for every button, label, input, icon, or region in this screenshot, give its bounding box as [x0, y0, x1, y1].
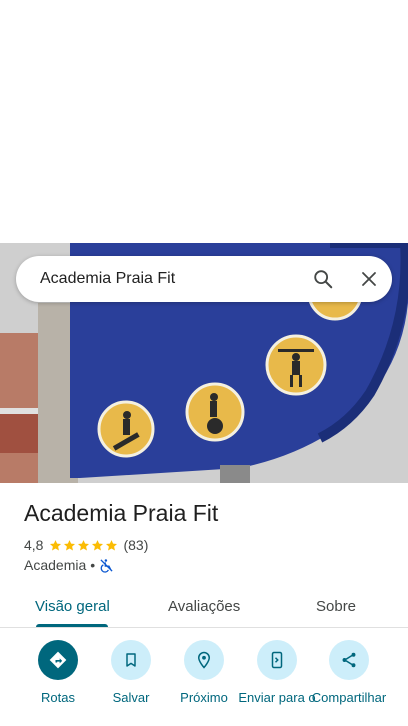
search-icon[interactable] [300, 256, 346, 302]
action-row: Rotas Salvar Próximo Enviar para o Compa… [0, 640, 408, 726]
tab-overview[interactable]: Visão geral [35, 584, 110, 628]
category-row: Academia • [24, 556, 114, 574]
category-label: Academia [24, 557, 87, 573]
search-query-text[interactable]: Academia Praia Fit [16, 270, 300, 288]
send-to-phone-icon [257, 640, 297, 680]
send-to-phone-button[interactable]: Enviar para o [237, 640, 317, 705]
rating-row[interactable]: 4,8 (83) [24, 536, 148, 554]
place-title: Academia Praia Fit [24, 500, 219, 526]
nearby-label: Próximo [180, 690, 228, 705]
directions-label: Rotas [41, 690, 75, 705]
review-count: (83) [123, 537, 149, 553]
directions-icon [38, 640, 78, 680]
close-icon[interactable] [346, 256, 392, 302]
directions-button[interactable]: Rotas [18, 640, 98, 705]
active-tab-indicator [36, 624, 108, 627]
tab-reviews[interactable]: Avaliações [168, 584, 240, 628]
star-icon [106, 539, 118, 550]
bookmark-icon [111, 640, 151, 680]
save-button[interactable]: Salvar [91, 640, 171, 705]
share-icon [329, 640, 369, 680]
star-icon [78, 539, 90, 550]
tab-bar: Visão geral Avaliações Sobre [0, 584, 408, 628]
rating-value: 4,8 [24, 537, 44, 553]
share-label: Compartilhar [311, 690, 387, 705]
star-icon [92, 539, 104, 550]
star-icon [50, 539, 62, 550]
nearby-button[interactable]: Próximo [164, 640, 244, 705]
search-bar[interactable]: Academia Praia Fit [16, 256, 392, 302]
tab-about[interactable]: Sobre [316, 584, 356, 628]
save-label: Salvar [112, 690, 150, 705]
nearby-icon [184, 640, 224, 680]
star-icon [64, 539, 76, 550]
share-button[interactable]: Compartilhar [309, 640, 389, 705]
star-rating [49, 539, 119, 552]
separator-dot: • [90, 557, 96, 573]
map-area-blank [0, 0, 408, 243]
send-to-phone-label: Enviar para o [238, 690, 316, 705]
wheelchair-inaccessible-icon [100, 558, 113, 573]
